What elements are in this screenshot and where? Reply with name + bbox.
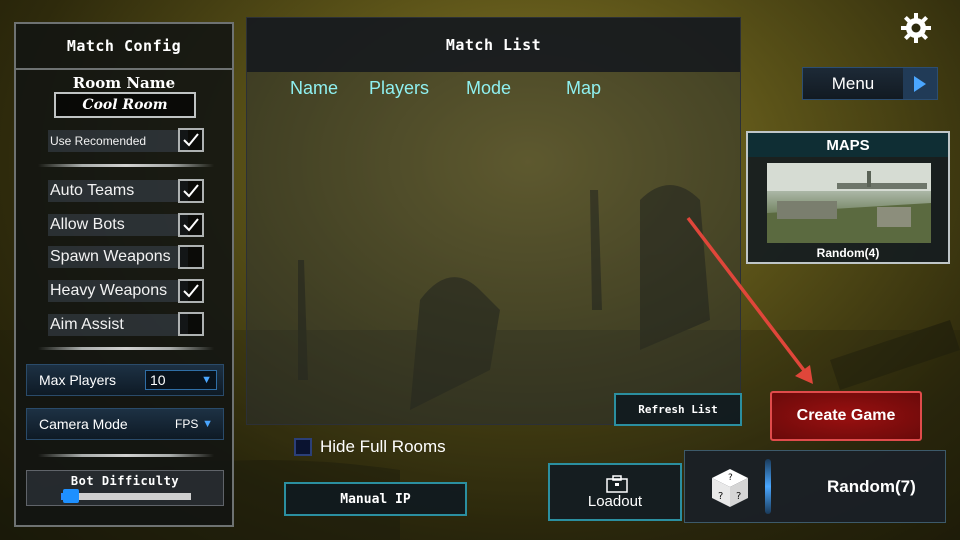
- match-list-columns: Name Players Mode Map: [247, 78, 740, 104]
- option-aim-assist-label: Aim Assist: [48, 314, 188, 336]
- manual-ip-button[interactable]: Manual IP: [284, 482, 467, 516]
- max-players-row: Max Players 10 ▼: [26, 364, 224, 396]
- max-players-dropdown[interactable]: 10 ▼: [145, 370, 217, 390]
- bot-difficulty-control: Bot Difficulty: [26, 470, 224, 506]
- menu-button[interactable]: Menu: [802, 67, 938, 100]
- room-name-input[interactable]: Cool Room: [54, 92, 196, 118]
- auto-teams-checkbox[interactable]: [178, 179, 204, 203]
- bot-difficulty-slider[interactable]: [61, 489, 191, 503]
- divider: [38, 347, 214, 350]
- column-header-name[interactable]: Name: [290, 78, 338, 99]
- column-header-map[interactable]: Map: [566, 78, 601, 99]
- option-allow-bots-label: Allow Bots: [48, 214, 188, 236]
- hide-full-rooms-toggle[interactable]: Hide Full Rooms: [294, 437, 446, 457]
- briefcase-icon: [606, 475, 628, 493]
- hide-full-rooms-label: Hide Full Rooms: [320, 437, 446, 456]
- option-spawn-weapons-label: Spawn Weapons: [48, 246, 188, 268]
- maps-title: MAPS: [748, 133, 948, 157]
- match-config-title: Match Config: [16, 24, 232, 70]
- option-auto-teams-label: Auto Teams: [48, 180, 188, 202]
- match-config-panel: Match Config Room Name Cool Room Use Rec…: [14, 22, 234, 527]
- gear-icon[interactable]: [900, 12, 932, 44]
- aim-assist-checkbox[interactable]: [178, 312, 204, 336]
- svg-text:?: ?: [728, 473, 733, 483]
- checkmark-icon: [183, 218, 199, 232]
- checkmark-icon: [183, 133, 199, 147]
- hide-full-rooms-checkbox[interactable]: [294, 438, 312, 456]
- camera-mode-row: Camera Mode FPS ▼: [26, 408, 224, 440]
- dice-icon: ? ? ?: [712, 469, 748, 507]
- maps-selector[interactable]: MAPS Random(4): [746, 131, 950, 264]
- divider: [38, 454, 214, 457]
- room-name-label: Room Name: [72, 74, 176, 92]
- max-players-value: 10: [150, 372, 166, 388]
- allow-bots-checkbox[interactable]: [178, 213, 204, 237]
- play-arrow-icon: [903, 68, 937, 99]
- selector-divider: [765, 459, 771, 514]
- map-name: Random(4): [816, 246, 880, 260]
- max-players-label: Max Players: [39, 372, 117, 388]
- chevron-down-icon: ▼: [201, 374, 212, 386]
- refresh-list-button[interactable]: Refresh List: [614, 393, 742, 426]
- use-recommended-checkbox[interactable]: [178, 128, 204, 152]
- menu-label: Menu: [831, 73, 875, 93]
- checkmark-icon: [183, 284, 199, 298]
- create-game-button[interactable]: Create Game: [770, 391, 922, 441]
- loadout-label: Loadout: [587, 493, 643, 510]
- match-list-title: Match List: [247, 18, 740, 72]
- match-list-panel: Match List Name Players Mode Map: [246, 17, 741, 425]
- column-header-mode[interactable]: Mode: [466, 78, 511, 99]
- slider-handle[interactable]: [63, 489, 80, 503]
- option-heavy-weapons-label: Heavy Weapons: [48, 280, 188, 302]
- camera-mode-label: Camera Mode: [39, 416, 128, 432]
- chevron-down-icon: ▼: [202, 418, 213, 430]
- camera-mode-value: FPS: [175, 417, 199, 431]
- checkmark-icon: [183, 184, 199, 198]
- loadout-button[interactable]: Loadout: [548, 463, 682, 521]
- game-mode-selector[interactable]: ? ? ? Random(7): [684, 450, 946, 523]
- bot-difficulty-label: Bot Difficulty: [70, 474, 180, 488]
- use-recommended-label: Use Recomended: [48, 130, 188, 152]
- divider: [38, 164, 214, 167]
- column-header-players[interactable]: Players: [369, 78, 429, 99]
- game-mode-label: Random(7): [827, 476, 916, 496]
- heavy-weapons-checkbox[interactable]: [178, 279, 204, 303]
- svg-text:?: ?: [718, 491, 723, 502]
- map-thumbnail[interactable]: [767, 163, 931, 243]
- svg-text:?: ?: [736, 491, 741, 502]
- camera-mode-dropdown[interactable]: FPS ▼: [171, 414, 217, 434]
- spawn-weapons-checkbox[interactable]: [178, 245, 204, 269]
